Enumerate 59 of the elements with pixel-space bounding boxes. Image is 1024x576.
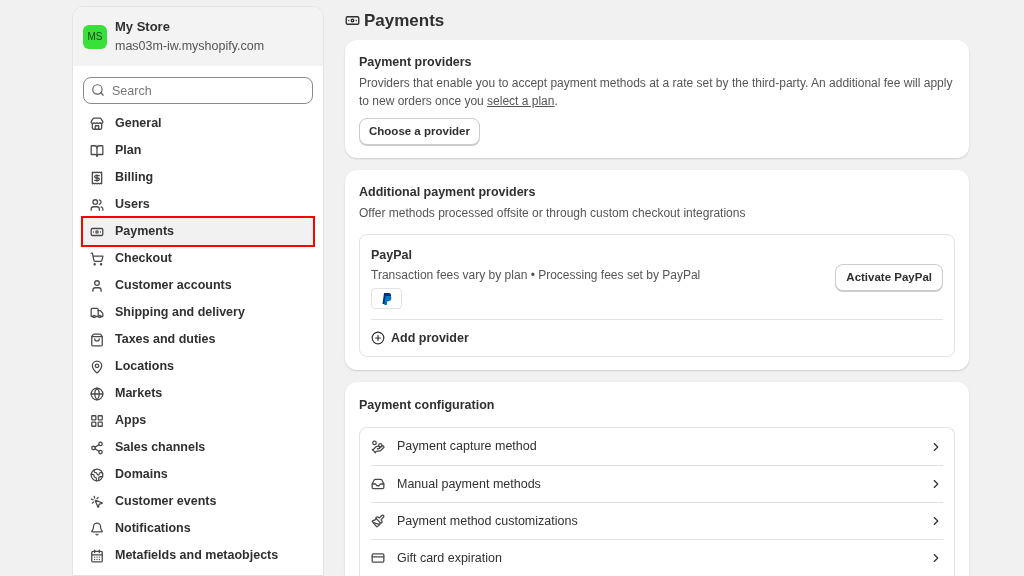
card-title: Payment configuration	[359, 397, 496, 415]
sidebar-item[interactable]: Apps	[83, 407, 313, 434]
sidebar-item[interactable]: Locations	[83, 353, 313, 380]
card-icon	[371, 551, 385, 565]
globe-icon	[90, 467, 104, 482]
pin-icon	[90, 359, 104, 374]
provider-name: PayPal	[371, 246, 413, 264]
sidebar-item[interactable]: Customer accounts	[83, 272, 313, 299]
sidebar-item[interactable]: Metafields and metaobjects	[83, 542, 313, 569]
book-icon	[90, 143, 104, 158]
sidebar-item[interactable]: Users	[83, 191, 313, 218]
cart-icon	[90, 251, 104, 266]
provider-description: Transaction fees vary by plan • Processing fees set by PayPal	[371, 267, 701, 285]
inbox-icon	[371, 477, 385, 491]
hand-coins-icon	[371, 439, 385, 454]
brush-icon	[371, 514, 385, 528]
page-title: Payments	[364, 10, 445, 33]
activate-paypal-button[interactable]: Activate PayPal	[835, 263, 943, 291]
sidebar-item[interactable]: Shipping and delivery	[83, 299, 313, 326]
configuration-row[interactable]: Payment method customizations	[371, 502, 943, 539]
sidebar-item[interactable]: Plan	[83, 137, 313, 164]
store-icon	[90, 116, 104, 131]
card-title: Payment providers	[359, 53, 473, 71]
grid-icon	[90, 413, 104, 428]
user-icon	[90, 278, 104, 293]
configuration-row[interactable]: Payment capture method	[371, 428, 943, 465]
receipt-icon	[90, 170, 104, 185]
share-icon	[90, 440, 104, 455]
sidebar-item[interactable]: Customer events	[83, 488, 313, 515]
sidebar-item[interactable]: Domains	[83, 461, 313, 488]
bell-icon	[90, 521, 104, 536]
bag-icon	[90, 332, 104, 347]
paypal-logo-icon	[371, 288, 402, 310]
card-title: Additional payment providers	[359, 183, 537, 201]
truck-icon	[90, 305, 104, 320]
sidebar-item[interactable]: Billing	[83, 164, 313, 191]
plus-circle-icon	[371, 331, 385, 346]
store-avatar: MS	[83, 24, 107, 49]
sidebar-item[interactable]: Taxes and duties	[83, 326, 313, 353]
sidebar-item[interactable]: Payments	[83, 218, 313, 245]
calendar-icon	[90, 548, 104, 563]
configuration-row[interactable]: Gift card expiration	[371, 539, 943, 576]
sidebar-item[interactable]: General	[83, 110, 313, 137]
pointer-icon	[90, 494, 104, 509]
add-provider-button[interactable]: Add provider	[371, 320, 943, 357]
search-icon	[91, 83, 105, 97]
sidebar-item[interactable]: Checkout	[83, 245, 313, 272]
sidebar-item[interactable]: Notifications	[83, 515, 313, 542]
configuration-row[interactable]: Manual payment methods	[371, 465, 943, 502]
card-description: Providers that enable you to accept payment methods at a rate set by the third-party. An additional fee will apply to new orders once you select a plan.	[359, 74, 954, 110]
sidebar-item[interactable]: Sales channels	[83, 434, 313, 461]
sidebar-item[interactable]: Markets	[83, 380, 313, 407]
card-description: Offer methods processed offsite or through custom checkout integrations	[359, 204, 747, 222]
users-icon	[90, 197, 104, 212]
store-name: My Store	[115, 18, 171, 37]
choose-provider-button[interactable]: Choose a provider	[359, 117, 480, 145]
globe-icon	[90, 386, 104, 401]
store-domain: mas03m-iw.myshopify.com	[115, 37, 265, 55]
search-field[interactable]: Search	[83, 77, 313, 104]
